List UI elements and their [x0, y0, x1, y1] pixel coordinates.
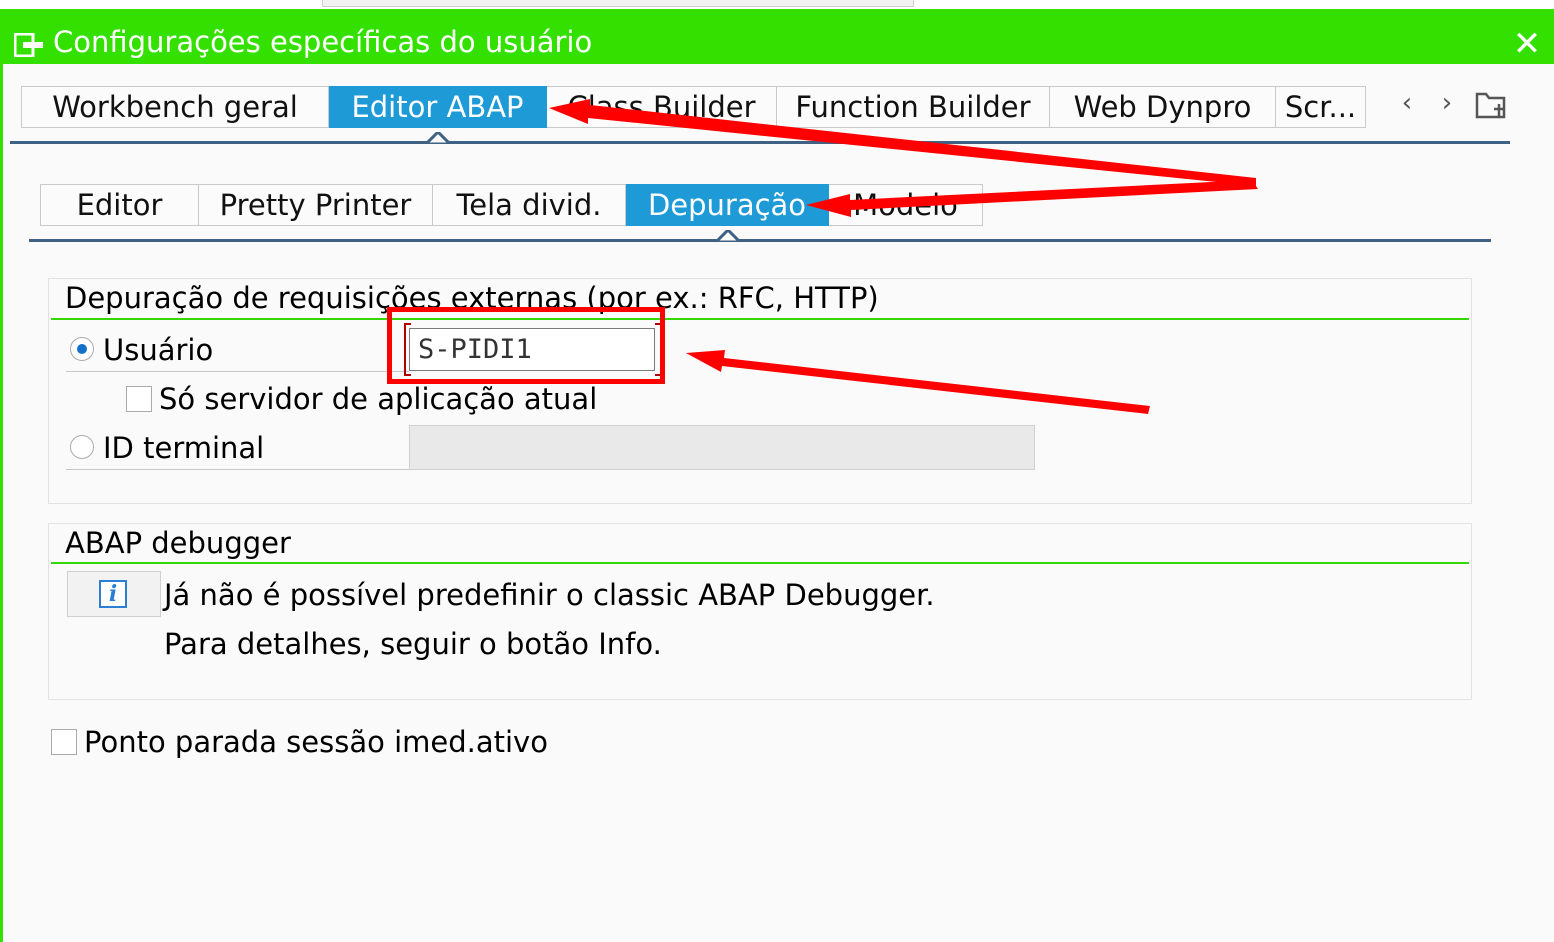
- tab-list-icon[interactable]: [1474, 90, 1508, 120]
- session-breakpoint-checkbox[interactable]: [51, 729, 77, 755]
- tab-editor[interactable]: Editor: [40, 184, 199, 226]
- tab-web-dynpro[interactable]: Web Dynpro: [1050, 86, 1276, 128]
- window-icon: [14, 33, 43, 57]
- info-button[interactable]: i: [67, 571, 161, 617]
- terminal-label: ID terminal: [103, 431, 265, 465]
- tab-modelo[interactable]: Modelo: [829, 184, 983, 226]
- current-server-label: Só servidor de aplicação atual: [159, 382, 598, 416]
- close-icon[interactable]: ✕: [1510, 27, 1544, 61]
- user-row-line: [66, 371, 409, 372]
- debugger-info-line2: Para detalhes, seguir o botão Info.: [164, 627, 662, 661]
- chevron-right-icon[interactable]: ›: [1432, 88, 1462, 120]
- tab-depuracao[interactable]: Depuração: [626, 184, 829, 226]
- terminal-id-field[interactable]: [409, 425, 1035, 470]
- sub-tab-underline: [29, 239, 1491, 242]
- tab-workbench-geral[interactable]: Workbench geral: [21, 86, 329, 128]
- tab-tela-divid[interactable]: Tela divid.: [433, 184, 626, 226]
- background-tab: [322, 0, 914, 7]
- window-title: Configurações específicas do usuário: [53, 25, 593, 59]
- active-tab-pointer: [426, 132, 450, 144]
- annotation-highlight-box: [387, 307, 665, 384]
- session-breakpoint-label: Ponto parada sessão imed.ativo: [84, 725, 548, 759]
- active-subtab-pointer: [716, 230, 740, 242]
- group-title-underline: [51, 318, 1469, 320]
- info-icon: i: [99, 580, 127, 608]
- main-tab-strip: Workbench geral Editor ABAP Class Builde…: [21, 86, 1366, 128]
- sub-tab-strip: Editor Pretty Printer Tela divid. Depura…: [40, 184, 983, 226]
- terminal-radio[interactable]: [70, 435, 94, 459]
- tab-class-builder[interactable]: Class Builder: [547, 86, 777, 128]
- terminal-row-line: [66, 469, 409, 470]
- title-bar: Configurações específicas do usuário ✕: [0, 9, 1554, 64]
- group-title-abap-debugger: ABAP debugger: [65, 526, 291, 560]
- tab-pretty-printer[interactable]: Pretty Printer: [199, 184, 433, 226]
- chevron-left-icon[interactable]: ‹: [1392, 88, 1422, 120]
- group-title-underline: [51, 562, 1469, 564]
- debugger-info-line1: Já não é possível predefinir o classic A…: [164, 578, 935, 612]
- background-window-strip: [0, 0, 1554, 9]
- user-radio[interactable]: [70, 337, 94, 361]
- tab-editor-abap[interactable]: Editor ABAP: [329, 86, 547, 128]
- main-tab-underline: [10, 141, 1510, 144]
- tab-screen-painter[interactable]: Scr...: [1276, 86, 1366, 128]
- user-label: Usuário: [103, 333, 214, 367]
- tab-function-builder[interactable]: Function Builder: [777, 86, 1050, 128]
- current-server-checkbox[interactable]: [126, 386, 152, 412]
